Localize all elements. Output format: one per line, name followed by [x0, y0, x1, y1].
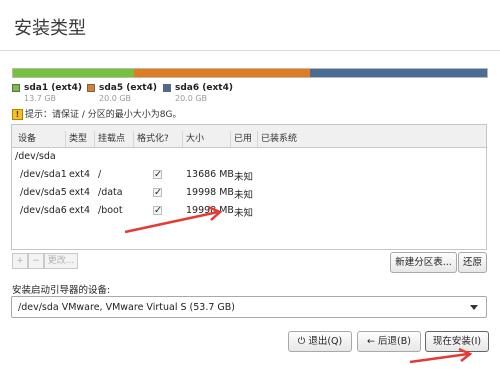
annotation-arrow-install [409, 347, 473, 364]
annotation-arrow-size [124, 205, 223, 234]
annotation-arrows [124, 205, 473, 364]
